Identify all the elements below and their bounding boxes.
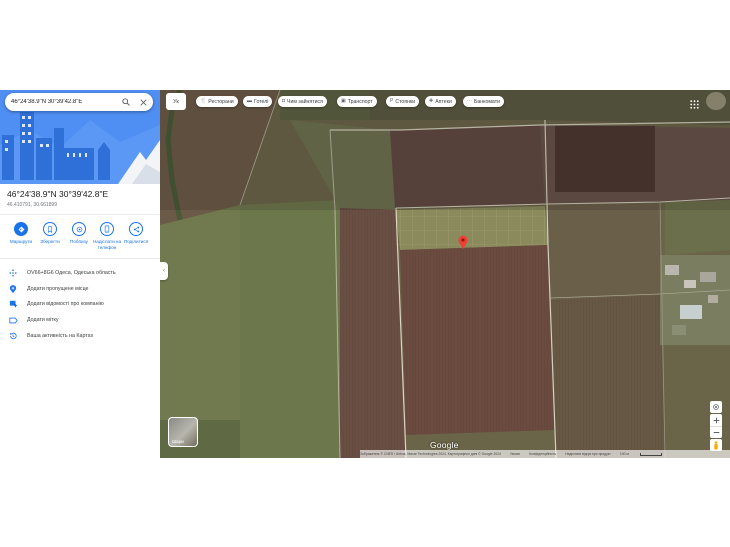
add-business-text: Додати відомості про компанію xyxy=(27,301,104,307)
add-label-text: Додати мітку xyxy=(27,317,59,323)
add-business-row[interactable]: Додати відомості про компанію xyxy=(8,298,158,310)
save-label: Зберегти xyxy=(40,239,60,244)
things-to-do-icon: ◘ xyxy=(282,98,286,104)
label-icon xyxy=(8,315,18,325)
chip-hotels[interactable]: ▬ Готелі xyxy=(243,96,273,107)
plus-icon xyxy=(713,417,719,423)
account-avatar[interactable] xyxy=(706,92,726,110)
my-location-icon xyxy=(713,404,719,410)
divider xyxy=(0,214,160,215)
directions-icon xyxy=(14,222,28,236)
chip-pharmacies-label: Аптеки xyxy=(435,98,452,105)
zoom-in-button[interactable] xyxy=(710,414,722,426)
place-panel: 46°24'38.9"N 30°39'42.8"E 46.410791, 30.… xyxy=(0,90,161,458)
google-logo: Google xyxy=(430,440,459,450)
attribution-bar: Зображення © CNES / Airbus, Maxar Techno… xyxy=(360,450,730,458)
terms-link[interactable]: Умови xyxy=(510,452,520,456)
hotel-icon: ▬ xyxy=(247,98,252,104)
place-title: 46°24'38.9"N 30°39'42.8"E xyxy=(7,189,109,199)
privacy-link[interactable]: Конфіденційність xyxy=(529,452,556,456)
share-icon xyxy=(129,222,143,236)
chip-atms[interactable]: ⋯ Банкомати xyxy=(463,96,504,107)
imagery-attribution: Зображення © CNES / Airbus, Maxar Techno… xyxy=(360,452,502,456)
pegman-icon xyxy=(714,440,718,449)
language-button[interactable]: Ук xyxy=(166,93,186,110)
satellite-map[interactable]: ‹ Ук 🍴 Ресторани ▬ Готелі ◘ Чим зайнятис… xyxy=(160,90,730,458)
layers-label: Шари xyxy=(172,439,184,444)
share-label: Поділитися xyxy=(123,239,149,244)
zoom-out-button[interactable] xyxy=(710,426,722,438)
search-input[interactable] xyxy=(5,94,119,110)
phone-icon xyxy=(100,222,114,236)
chip-hotels-label: Готелі xyxy=(254,98,269,105)
scale-label: 100 м xyxy=(619,452,629,456)
maps-activity-text: Ваша активність на Картах xyxy=(27,333,94,339)
collapse-panel-button[interactable]: ‹ xyxy=(160,262,168,280)
chip-parking[interactable]: P Стоянки xyxy=(386,96,420,107)
place-decimal-coordinates: 46.410791, 30.661899 xyxy=(7,202,58,208)
chip-parking-label: Стоянки xyxy=(395,98,416,105)
plus-code-text: OV66+8G6 Одеса, Одеська область xyxy=(27,270,116,276)
scale-indicator[interactable]: 100 м xyxy=(620,452,671,456)
maps-activity-row[interactable]: Ваша активність на Картах xyxy=(8,330,158,342)
chip-restaurants-label: Ресторани xyxy=(208,98,234,105)
business-icon xyxy=(8,299,18,309)
minus-icon xyxy=(713,432,719,433)
chevron-left-icon: ‹ xyxy=(163,268,165,274)
nearby-button[interactable]: Поблизу xyxy=(64,222,94,245)
chip-things-to-do[interactable]: ◘ Чим зайнятися xyxy=(278,96,327,107)
chip-transit[interactable]: ▣ Транспорт xyxy=(337,96,377,107)
place-hero-image xyxy=(0,90,160,184)
maps-app: 46°24'38.9"N 30°39'42.8"E 46.410791, 30.… xyxy=(0,90,730,458)
layers-button[interactable]: Шари xyxy=(168,417,198,447)
chip-things-to-do-label: Чим зайнятися xyxy=(287,98,323,105)
send-to-phone-label: Надіслати на телефон xyxy=(92,239,122,250)
directions-label: Маршрути xyxy=(9,239,33,244)
location-pin-icon[interactable] xyxy=(458,235,468,249)
add-missing-place-row[interactable]: Додати пропущене місце xyxy=(8,283,158,295)
search-icon[interactable] xyxy=(119,95,133,109)
scale-bar xyxy=(639,452,662,456)
add-label-row[interactable]: Додати мітку xyxy=(8,314,158,326)
divider xyxy=(0,258,160,259)
add-place-icon xyxy=(8,284,18,294)
close-icon[interactable] xyxy=(136,95,150,109)
my-location-button[interactable] xyxy=(710,401,722,413)
chip-restaurants[interactable]: 🍴 Ресторани xyxy=(196,96,238,107)
directions-button[interactable]: Маршрути xyxy=(6,222,36,245)
chip-pharmacies[interactable]: ✚ Аптеки xyxy=(425,96,456,107)
transit-icon: ▣ xyxy=(341,98,346,104)
chip-atms-label: Банкомати xyxy=(474,98,500,105)
nearby-icon xyxy=(72,222,86,236)
history-icon xyxy=(8,331,18,341)
google-apps-icon[interactable] xyxy=(690,96,699,109)
plus-code-row[interactable]: OV66+8G6 Одеса, Одеська область xyxy=(8,267,158,279)
plus-code-icon xyxy=(8,268,18,278)
satellite-imagery xyxy=(160,90,730,458)
add-missing-place-text: Додати пропущене місце xyxy=(27,286,89,292)
atm-icon: ⋯ xyxy=(467,98,472,104)
restaurant-icon: 🍴 xyxy=(200,98,207,104)
save-button[interactable]: Зберегти xyxy=(35,222,65,245)
parking-icon: P xyxy=(390,98,394,104)
search-box[interactable] xyxy=(5,93,153,111)
chip-transit-label: Транспорт xyxy=(347,98,373,105)
pharmacy-icon: ✚ xyxy=(429,98,434,104)
feedback-link[interactable]: Надіслати відгук про продукт xyxy=(565,452,611,456)
bookmark-icon xyxy=(43,222,57,236)
send-to-phone-button[interactable]: Надіслати на телефон xyxy=(92,222,122,250)
nearby-label: Поблизу xyxy=(70,239,88,244)
share-button[interactable]: Поділитися xyxy=(121,222,151,245)
